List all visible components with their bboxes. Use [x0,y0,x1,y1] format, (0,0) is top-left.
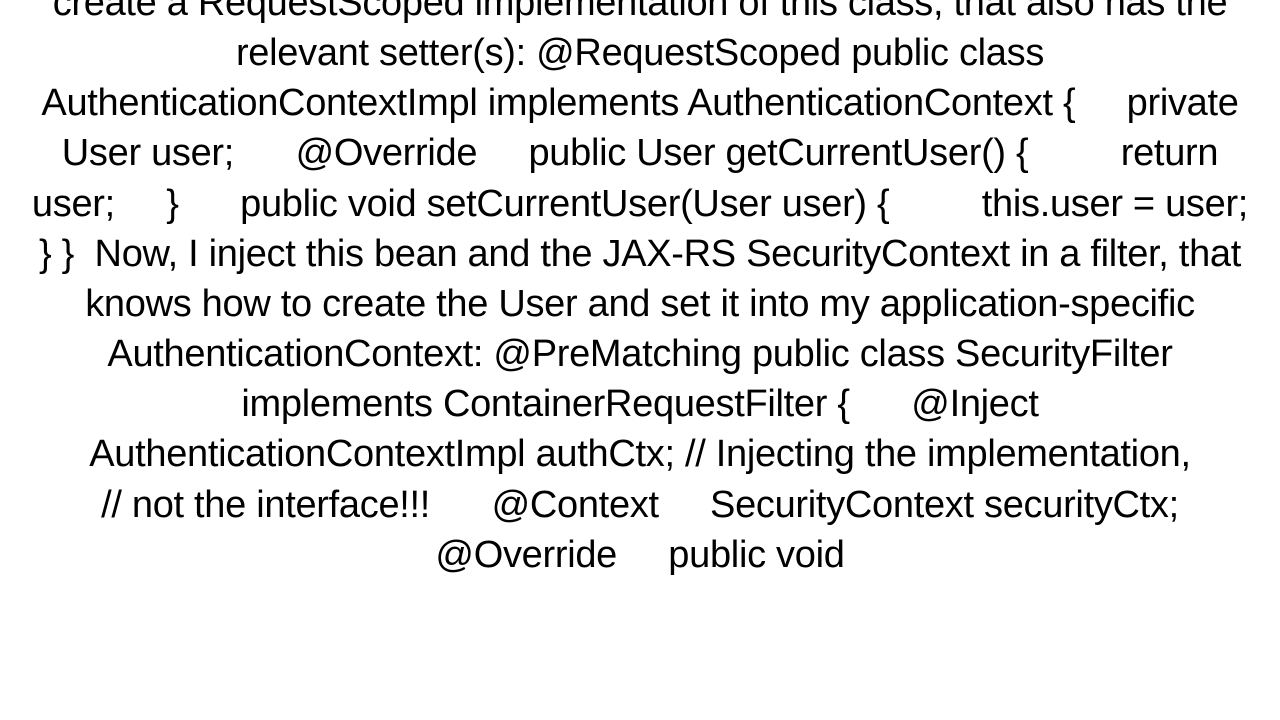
document-body: create a RequestScoped implementation of… [10,0,1270,580]
